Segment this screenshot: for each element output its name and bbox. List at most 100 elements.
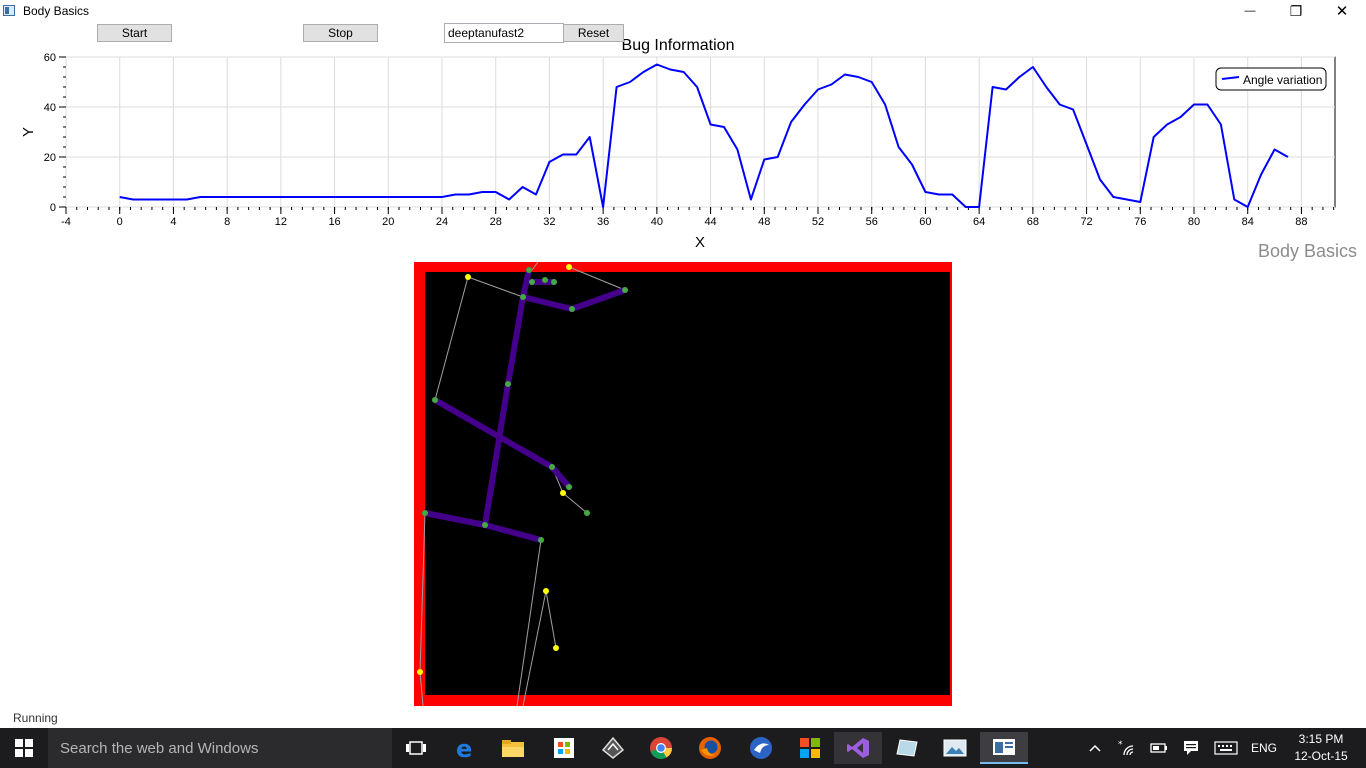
window-title: Body Basics: [23, 4, 90, 18]
action-center-button[interactable]: [1178, 728, 1204, 768]
store-icon: [554, 738, 574, 758]
clip-edge-right: [950, 262, 952, 706]
taskbar-tablet-app[interactable]: [883, 732, 931, 764]
status-text: Running: [13, 711, 58, 725]
inkscape-icon: [602, 737, 624, 759]
x-tick-label: 40: [651, 216, 663, 228]
maximize-button[interactable]: ❐: [1273, 0, 1319, 22]
clip-edge-bottom: [414, 695, 952, 706]
taskbar-file-explorer[interactable]: [489, 732, 537, 764]
x-tick-label: 52: [812, 216, 824, 228]
chevron-up-icon: [1089, 744, 1101, 752]
app-window-icon: [3, 5, 15, 16]
start-menu-button[interactable]: [0, 728, 48, 768]
close-button[interactable]: ✕: [1319, 0, 1365, 22]
touch-keyboard-button[interactable]: [1210, 728, 1242, 768]
x-tick-label: 84: [1242, 216, 1254, 228]
x-tick-label: 88: [1295, 216, 1307, 228]
chrome-icon: [650, 737, 672, 759]
x-tick-label: 0: [117, 216, 123, 228]
notification-icon: [1184, 741, 1198, 755]
legend-label: Angle variation: [1243, 73, 1322, 87]
x-tick-label: 48: [758, 216, 770, 228]
x-tick-label: 60: [919, 216, 931, 228]
file-explorer-icon: [502, 740, 524, 757]
y-tick-label: 40: [44, 102, 56, 114]
input-language-button[interactable]: ENG: [1246, 728, 1282, 768]
task-view-button[interactable]: [392, 732, 440, 764]
battery-button[interactable]: [1146, 728, 1172, 768]
x-tick-label: 76: [1134, 216, 1146, 228]
clip-edge-top: [414, 262, 952, 272]
photo-app-icon: [943, 739, 967, 757]
tablet-app-icon: [896, 739, 918, 757]
taskbar-firefox[interactable]: [686, 732, 734, 764]
minimize-button[interactable]: —: [1227, 0, 1273, 22]
edge-browser-icon: e: [456, 736, 472, 760]
clock-time: 3:15 PM: [1298, 732, 1344, 746]
x-tick-label: 44: [704, 216, 716, 228]
x-tick-label: 72: [1080, 216, 1092, 228]
task-view-icon: [406, 741, 426, 755]
search-placeholder: Search the web and Windows: [60, 740, 259, 757]
x-axis-label: X: [695, 234, 705, 250]
keyboard-icon: [1214, 741, 1238, 755]
y-tick-label: 20: [44, 152, 56, 164]
x-tick-label: 12: [275, 216, 287, 228]
taskbar-photo-app[interactable]: [931, 732, 979, 764]
taskbar-office[interactable]: [786, 732, 834, 764]
x-tick-label: 4: [170, 216, 176, 228]
wifi-icon: *: [1118, 740, 1134, 756]
x-tick-label: 8: [224, 216, 230, 228]
office-icon: [800, 738, 820, 758]
firefox-icon: [699, 737, 721, 759]
clock-date: 12-Oct-15: [1294, 749, 1348, 763]
name-input[interactable]: [444, 23, 564, 43]
app-label: Body Basics: [1257, 241, 1357, 261]
network-button[interactable]: *: [1114, 728, 1140, 768]
taskbar-visual-studio[interactable]: [834, 732, 882, 764]
svg-text:*: *: [1118, 740, 1123, 750]
taskbar-search-box[interactable]: Search the web and Windows: [48, 728, 392, 768]
svg-text:e: e: [456, 736, 472, 760]
y-tick-label: 0: [50, 202, 56, 214]
minimize-icon: —: [1244, 5, 1256, 17]
body-basics-app-icon: [993, 739, 1015, 755]
taskbar-body-basics[interactable]: [980, 732, 1028, 764]
battery-icon: [1150, 743, 1167, 753]
x-tick-label: 16: [328, 216, 340, 228]
x-tick-label: 68: [1027, 216, 1039, 228]
clip-edge-left: [414, 262, 425, 706]
bug-information-chart: -4 0 4 8 12 16 20 24 28 32 36 40 44 48 52 56 60 64 68 72 76 8…: [20, 37, 1336, 250]
stop-button[interactable]: Stop: [303, 24, 378, 42]
show-hidden-icons-button[interactable]: [1084, 728, 1106, 768]
title-bar: Body Basics — ❐ ✕: [0, 0, 1366, 22]
x-tick-label: 64: [973, 216, 985, 228]
taskbar-clock[interactable]: 3:15 PM 12-Oct-15: [1290, 731, 1352, 765]
reset-button[interactable]: Reset: [563, 24, 624, 42]
eagle-app-icon: [750, 737, 772, 759]
x-tick-label: 36: [597, 216, 609, 228]
x-tick-label: -4: [61, 216, 71, 228]
taskbar-store[interactable]: [540, 732, 588, 764]
y-axis-label: Y: [20, 127, 37, 137]
chart-title: Bug Information: [622, 37, 735, 54]
x-tick-label: 80: [1188, 216, 1200, 228]
visual-studio-icon: [847, 738, 869, 758]
skeleton-canvas: [414, 262, 952, 706]
taskbar: Search the web and Windows e * ENG 3:15 …: [0, 728, 1366, 768]
windows-logo-icon: [15, 739, 33, 757]
x-tick-label: 24: [436, 216, 448, 228]
language-text: ENG: [1250, 741, 1277, 755]
restore-icon: ❐: [1289, 2, 1303, 19]
x-tick-label: 20: [382, 216, 394, 228]
x-tick-label: 56: [866, 216, 878, 228]
taskbar-chrome[interactable]: [637, 732, 685, 764]
close-icon: ✕: [1335, 3, 1349, 20]
taskbar-inkscape[interactable]: [589, 732, 637, 764]
x-tick-label: 32: [543, 216, 555, 228]
taskbar-edge[interactable]: e: [441, 732, 489, 764]
taskbar-eagle-app[interactable]: [737, 732, 785, 764]
y-tick-label: 60: [44, 52, 56, 64]
start-button[interactable]: Start: [97, 24, 172, 42]
